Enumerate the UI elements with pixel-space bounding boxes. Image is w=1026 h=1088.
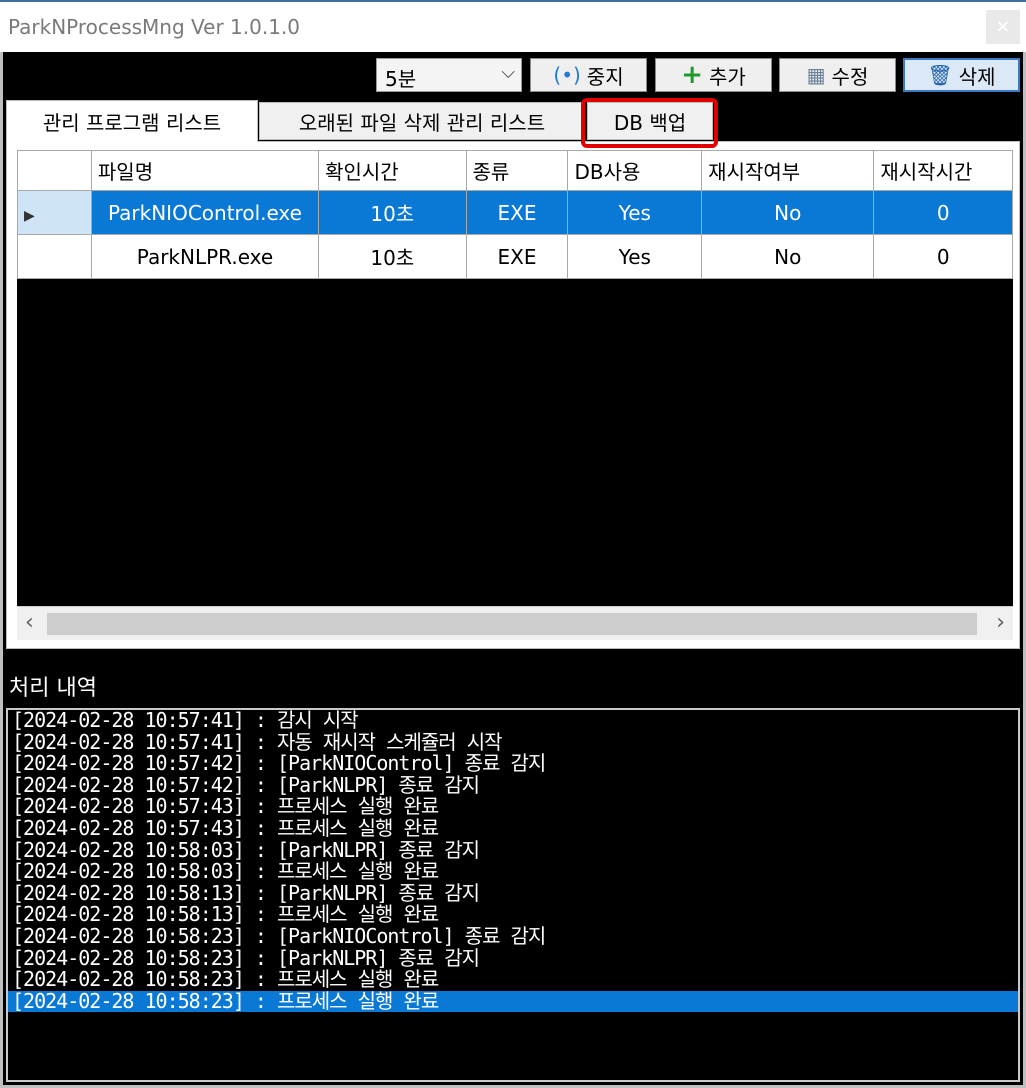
table-cell[interactable]: Yes [567,190,703,235]
tab-label: 관리 프로그램 리스트 [42,111,222,135]
table-row[interactable]: ParkNLPR.exe 10초 EXE Yes No 0 [17,234,1013,279]
column-header[interactable]: 재시작여부 [701,150,875,191]
horizontal-scrollbar[interactable]: ‹ › [17,606,1013,640]
main-window: 5분 ⌵ (•) 중지 + 추가 ▦ 수정 🗑 삭제 관리 프로그램 리스트 오… [0,52,1026,1088]
edit-label: 수정 [831,64,869,89]
table-header-row: 파일명 확인시간 종류 DB사용 재시작여부 재시작시간 [17,150,1013,191]
interval-value: 5분 [385,67,417,91]
log-line[interactable]: [2024-02-28 10:58:23] : 프로세스 실행 완료 [8,990,1018,1013]
delete-button[interactable]: 🗑 삭제 [903,58,1020,92]
tab-old-file-delete[interactable]: 오래된 파일 삭제 관리 리스트 [259,102,585,140]
log-line[interactable]: [2024-02-28 10:57:43] : 프로세스 실행 완료 [8,796,1018,818]
log-line[interactable]: [2024-02-28 10:58:03] : [ParkNLPR] 종료 감지 [8,839,1018,862]
log-line[interactable]: [2024-02-28 10:57:41] : 감시 시작 [8,710,1018,732]
program-table: 파일명 확인시간 종류 DB사용 재시작여부 재시작시간 ▶ ParkNIOCo… [17,150,1013,279]
table-cell[interactable]: ParkNIOControl.exe [90,190,320,235]
plus-icon: + [681,60,703,90]
table-cell[interactable]: 0 [873,234,1013,279]
table-cell[interactable]: 0 [873,190,1013,235]
log-line[interactable]: [2024-02-28 10:58:23] : [ParkNIOControl]… [8,925,1018,948]
tab-managed-programs[interactable]: 관리 프로그램 리스트 [6,100,258,142]
scroll-left-icon[interactable]: ‹ [25,610,34,635]
row-header[interactable] [17,234,92,279]
stop-button[interactable]: (•) 중지 [530,58,647,92]
scroll-right-icon[interactable]: › [996,610,1005,635]
tab-panel: 파일명 확인시간 종류 DB사용 재시작여부 재시작시간 ▶ ParkNIOCo… [6,141,1020,649]
table-cell[interactable]: No [701,234,875,279]
column-header[interactable]: 확인시간 [318,150,467,191]
edit-button[interactable]: ▦ 수정 [779,58,896,92]
table-row[interactable]: ▶ ParkNIOControl.exe 10초 EXE Yes No 0 [17,190,1013,235]
trash-icon: 🗑 [927,63,953,87]
table-cell[interactable]: No [701,190,875,235]
column-header[interactable]: 재시작시간 [873,150,1013,191]
row-header[interactable]: ▶ [17,190,92,235]
radio-icon: (•) [553,63,581,87]
log-line[interactable]: [2024-02-28 10:57:43] : 프로세스 실행 완료 [8,817,1018,840]
table-cell[interactable]: 10초 [318,234,467,279]
log-label: 처리 내역 [9,676,97,701]
table-cell[interactable]: EXE [465,190,569,235]
table-cell[interactable]: Yes [567,234,703,279]
column-header[interactable]: 종류 [465,150,569,191]
add-label: 추가 [708,64,746,89]
row-header-corner [17,150,92,191]
title-bar: ParkNProcessMng Ver 1.0.1.0 × [0,0,1026,52]
log-line[interactable]: [2024-02-28 10:58:13] : [ParkNLPR] 종료 감지 [8,882,1018,905]
log-line[interactable]: [2024-02-28 10:58:13] : 프로세스 실행 완료 [8,904,1018,926]
table-cell[interactable]: 10초 [318,190,467,235]
interval-select[interactable]: 5분 ⌵ [376,58,522,92]
scroll-thumb[interactable] [47,613,977,635]
column-header[interactable]: 파일명 [90,150,320,191]
window-title: ParkNProcessMng Ver 1.0.1.0 [8,15,301,39]
log-list[interactable]: [2024-02-28 10:57:41] : 감시 시작 [2024-02-28… [6,708,1020,1082]
tab-label: 오래된 파일 삭제 관리 리스트 [298,110,546,135]
column-header[interactable]: DB사용 [567,150,703,191]
log-line[interactable]: [2024-02-28 10:57:41] : 자동 재시작 스케쥴러 시작 [8,731,1018,754]
table-cell[interactable]: EXE [465,234,569,279]
log-line[interactable]: [2024-02-28 10:57:42] : [ParkNLPR] 종료 감지 [8,774,1018,797]
table-cell[interactable]: ParkNLPR.exe [90,234,320,279]
row-pointer-icon: ▶ [24,207,35,224]
chevron-down-icon: ⌵ [501,62,515,83]
add-button[interactable]: + 추가 [655,58,772,92]
edit-icon: ▦ [806,63,826,87]
log-line[interactable]: [2024-02-28 10:58:23] : 프로세스 실행 완료 [8,969,1018,991]
log-line[interactable]: [2024-02-28 10:58:23] : [ParkNLPR] 종료 감지 [8,947,1018,970]
stop-label: 중지 [586,64,624,89]
highlight-box [581,98,718,148]
program-grid[interactable]: 파일명 확인시간 종류 DB사용 재시작여부 재시작시간 ▶ ParkNIOCo… [17,150,1013,640]
close-button[interactable]: × [986,10,1020,44]
log-line[interactable]: [2024-02-28 10:58:03] : 프로세스 실행 완료 [8,861,1018,883]
log-line[interactable]: [2024-02-28 10:57:42] : [ParkNIOControl]… [8,753,1018,775]
delete-label: 삭제 [958,64,996,89]
